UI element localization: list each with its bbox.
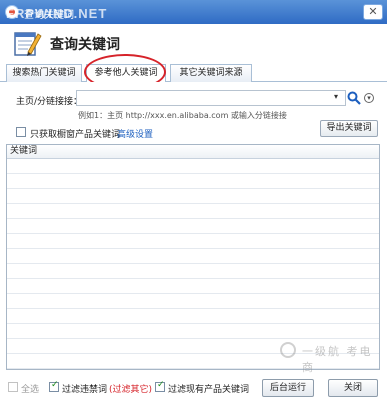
filter-existing-keywords-checkbox[interactable] — [155, 380, 165, 392]
keyword-column-header[interactable]: 关键词 — [7, 145, 379, 159]
url-input[interactable] — [76, 90, 346, 106]
title-bar: 查询关键词 FRPWIND.NET ✕ — [0, 0, 387, 24]
filter-banned-words-checkbox[interactable] — [49, 380, 59, 392]
window-close-button[interactable]: ✕ — [363, 4, 383, 20]
dialog-header: 查询关键词 — [0, 24, 387, 62]
watermark-logo-icon — [280, 342, 296, 358]
main-panel: 主页/分链接接： ▾ ▾ 例如1：主页 http://xxx.en.alibab… — [0, 82, 387, 372]
close-button[interactable]: 关闭 — [328, 379, 378, 397]
url-label: 主页/分链接接： — [16, 97, 83, 107]
filter-existing-keywords-label: 过滤现有产品关键词 — [168, 385, 250, 395]
tab-other-keyword-sources[interactable]: 其它关键词来源 — [170, 64, 252, 82]
notepad-pencil-icon — [14, 32, 42, 56]
filter-other-link[interactable]: (过滤其它) — [109, 382, 152, 395]
dialog-title: 查询关键词 — [50, 37, 120, 53]
keyword-table[interactable]: 关键词 — [6, 144, 380, 370]
keyword-table-body — [7, 159, 379, 369]
bottom-watermark-text: 一级航 考电商 — [302, 345, 373, 374]
watermark-text: FRPWIND.NET — [6, 6, 108, 21]
only-showcase-keywords-label: 只获取橱窗产品关键词 — [30, 130, 121, 140]
dropdown-arrow-icon[interactable]: ▾ — [334, 92, 338, 101]
export-keywords-button[interactable]: 导出关键词 — [320, 120, 378, 137]
select-all-label: 全选 — [21, 385, 40, 395]
select-all-checkbox[interactable] — [8, 382, 18, 392]
tab-bar: 搜索热门关键词 参考他人关键词 其它关键词来源 — [0, 62, 387, 83]
url-example-hint: 例如1：主页 http://xxx.en.alibaba.com 或输入分链接接 — [78, 111, 287, 120]
chevron-down-icon[interactable]: ▾ — [364, 93, 374, 103]
run-in-background-button[interactable]: 后台运行 — [262, 379, 314, 397]
only-showcase-keywords-checkbox[interactable] — [16, 127, 26, 137]
search-icon[interactable] — [347, 91, 361, 105]
bottom-watermark: 一级航 考电商 — [280, 340, 380, 374]
filter-banned-words-label: 过滤违禁词 — [62, 385, 108, 395]
tab-search-hot-keywords[interactable]: 搜索热门关键词 — [6, 64, 82, 82]
dialog-footer: 全选 过滤违禁词 (过滤其它) 过滤现有产品关键词 后台运行 关闭 — [0, 372, 387, 400]
advanced-settings-link[interactable]: 高级设置 — [117, 127, 153, 140]
